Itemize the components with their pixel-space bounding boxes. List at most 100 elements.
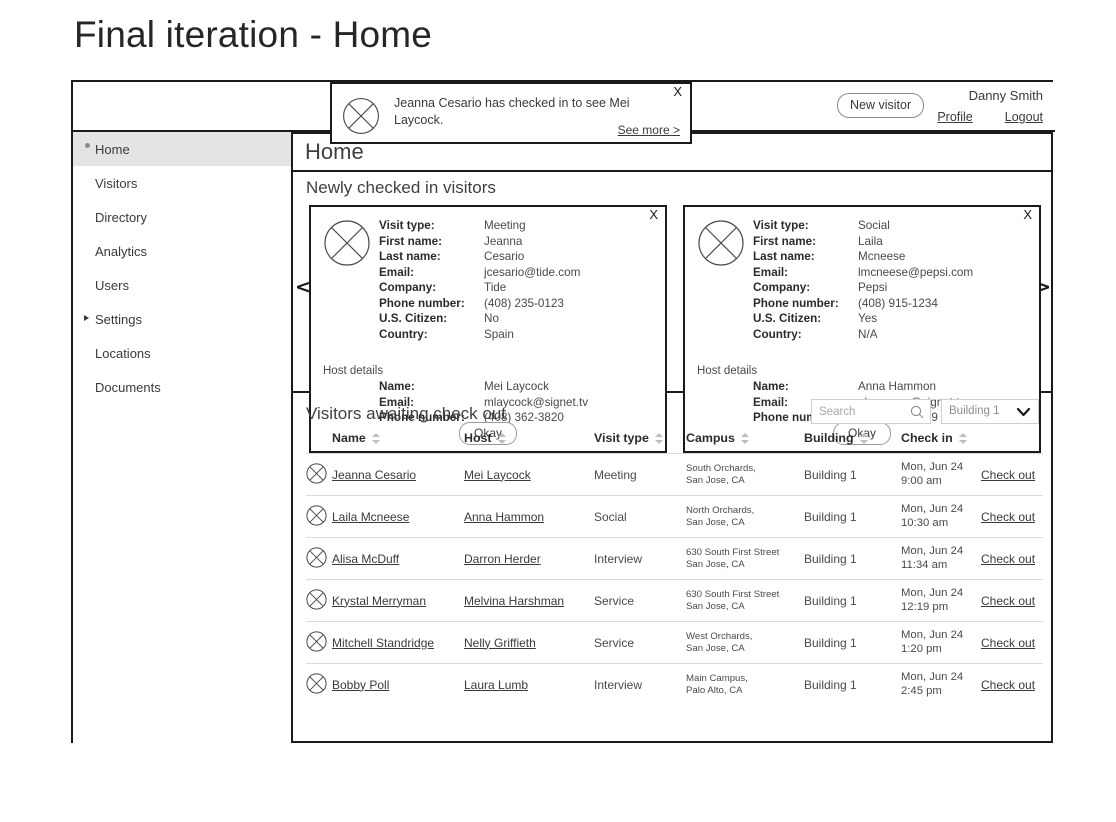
check-out-link[interactable]: Check out	[981, 510, 1035, 524]
row-checkin-cell: Mon, Jun 24 10:30 am	[901, 495, 981, 538]
checkin-date: Mon, Jun 24	[901, 503, 964, 515]
sort-icon[interactable]	[859, 432, 869, 445]
header-campus[interactable]: Campus	[686, 431, 804, 454]
field-company: Company: Tide	[379, 281, 664, 297]
close-icon[interactable]: X	[673, 85, 682, 99]
field-label: Name:	[379, 380, 415, 393]
sidebar-item-label: Users	[95, 277, 129, 293]
header-host[interactable]: Host	[464, 431, 594, 454]
search-input[interactable]	[819, 400, 907, 423]
chevron-down-icon	[1016, 407, 1031, 417]
field-label: Phone number:	[753, 296, 839, 310]
campus-line-2: San Jose, CA	[686, 642, 745, 654]
building-filter-value: Building 1	[949, 405, 1000, 417]
campus-line-2: San Jose, CA	[686, 516, 745, 528]
header-label: Name	[332, 431, 366, 445]
new-visitor-button[interactable]: New visitor	[837, 93, 925, 118]
sort-icon[interactable]	[740, 432, 750, 445]
check-out-link[interactable]: Check out	[981, 468, 1035, 482]
row-name-cell: Krystal Merryman	[332, 579, 464, 622]
visitor-name-link[interactable]: Jeanna Cesario	[332, 468, 416, 482]
sidebar-item-home[interactable]: Home	[73, 132, 291, 166]
header-building[interactable]: Building	[804, 431, 901, 454]
field-value: Cesario	[484, 250, 525, 263]
search-box[interactable]	[811, 399, 931, 424]
row-campus-cell: South Orchards, San Jose, CA	[686, 453, 804, 496]
host-name-link[interactable]: Melvina Harshman	[464, 594, 564, 608]
row-campus-cell: West Orchards, San Jose, CA	[686, 621, 804, 664]
building-filter-select[interactable]: Building 1	[941, 399, 1039, 424]
host-name-link[interactable]: Nelly Griffieth	[464, 636, 536, 650]
check-out-link[interactable]: Check out	[981, 636, 1035, 650]
host-name-link[interactable]: Laura Lumb	[464, 678, 528, 692]
row-avatar	[306, 579, 332, 622]
table-row: Krystal Merryman Melvina Harshman Service 6…	[306, 579, 1043, 622]
sidebar-item-visitors[interactable]: Visitors	[73, 166, 291, 200]
checkin-date: Mon, Jun 24	[901, 671, 964, 683]
checkin-time: 2:45 pm	[901, 684, 942, 697]
row-campus-cell: 630 South First Street San Jose, CA	[686, 579, 804, 622]
circle-x-avatar-icon	[306, 462, 327, 484]
sort-icon[interactable]	[958, 432, 968, 445]
field-company: Company: Pepsi	[753, 281, 1038, 297]
sort-icon[interactable]	[654, 432, 664, 445]
sort-icon[interactable]	[371, 432, 381, 445]
header-actions: New visitor Danny Smith Profile Logout	[825, 82, 1055, 130]
row-avatar	[306, 495, 332, 538]
field-value: Pepsi	[858, 281, 888, 294]
field-label: First name:	[379, 234, 442, 248]
header-visit-type[interactable]: Visit type	[594, 431, 686, 454]
slide-title: Final iteration - Home	[74, 14, 433, 55]
logout-link[interactable]: Logout	[1005, 110, 1043, 124]
checkin-time: 10:30 am	[901, 516, 949, 529]
sidebar-item-settings[interactable]: Settings	[73, 302, 291, 336]
check-out-link[interactable]: Check out	[981, 678, 1035, 692]
sidebar-item-users[interactable]: Users	[73, 268, 291, 302]
check-out-link[interactable]: Check out	[981, 594, 1035, 608]
checkin-time: 1:20 pm	[901, 642, 942, 655]
field-value: (408) 235-0123	[484, 296, 564, 310]
header-name[interactable]: Name	[332, 431, 464, 454]
table-row: Laila Mcneese Anna Hammon Social North Orch…	[306, 495, 1043, 538]
host-name-link[interactable]: Darron Herder	[464, 552, 541, 566]
profile-link[interactable]: Profile	[937, 110, 972, 124]
sidebar-nav: Home Visitors Directory Analytics Users …	[73, 132, 293, 743]
sidebar-item-documents[interactable]: Documents	[73, 370, 291, 404]
visitor-name-link[interactable]: Mitchell Standridge	[332, 636, 434, 650]
sidebar-item-directory[interactable]: Directory	[73, 200, 291, 234]
notification-message: Jeanna Cesario has checked in to see Mei…	[394, 96, 630, 127]
field-label: Country:	[379, 327, 428, 341]
circle-x-avatar-icon	[306, 546, 327, 568]
table-row: Mitchell Standridge Nelly Griffieth Servic…	[306, 621, 1043, 664]
visitor-name-link[interactable]: Laila Mcneese	[332, 510, 409, 524]
campus-line-1: North Orchards,	[686, 504, 755, 516]
table-row: Alisa McDuff Darron Herder Interview 630 So…	[306, 537, 1043, 580]
visitor-name-link[interactable]: Alisa McDuff	[332, 552, 399, 566]
check-out-link[interactable]: Check out	[981, 552, 1035, 566]
checkin-time: 9:00 am	[901, 474, 942, 487]
host-name-link[interactable]: Mei Laycock	[464, 468, 531, 482]
row-campus-cell: Main Campus, Palo Alto, CA	[686, 663, 804, 705]
sidebar-item-locations[interactable]: Locations	[73, 336, 291, 370]
field-label: Phone number:	[379, 296, 465, 310]
row-action-cell: Check out	[981, 621, 1043, 664]
see-more-link[interactable]: See more >	[618, 123, 680, 137]
field-email: Email: jcesario@tide.com	[379, 266, 664, 282]
visitor-name-link[interactable]: Krystal Merryman	[332, 594, 426, 608]
main-content: Home Newly checked in visitors < > X Vis…	[293, 132, 1053, 743]
campus-line-2: Palo Alto, CA	[686, 684, 743, 696]
row-checkin-cell: Mon, Jun 24 12:19 pm	[901, 579, 981, 622]
sidebar-item-analytics[interactable]: Analytics	[73, 234, 291, 268]
sidebar-item-label: Locations	[95, 345, 151, 361]
sort-icon[interactable]	[497, 432, 507, 445]
visitor-name-link[interactable]: Bobby Poll	[332, 678, 389, 692]
sidebar-item-label: Documents	[95, 379, 161, 395]
table-title: Visitors awaiting check out	[306, 404, 507, 423]
header-label: Visit type	[594, 431, 649, 445]
field-value: Laila	[858, 234, 883, 248]
brand-logo-placeholder	[73, 82, 333, 130]
row-building: Building 1	[804, 579, 901, 622]
header-check-in[interactable]: Check in	[901, 431, 981, 454]
host-name-link[interactable]: Anna Hammon	[464, 510, 544, 524]
row-action-cell: Check out	[981, 663, 1043, 705]
